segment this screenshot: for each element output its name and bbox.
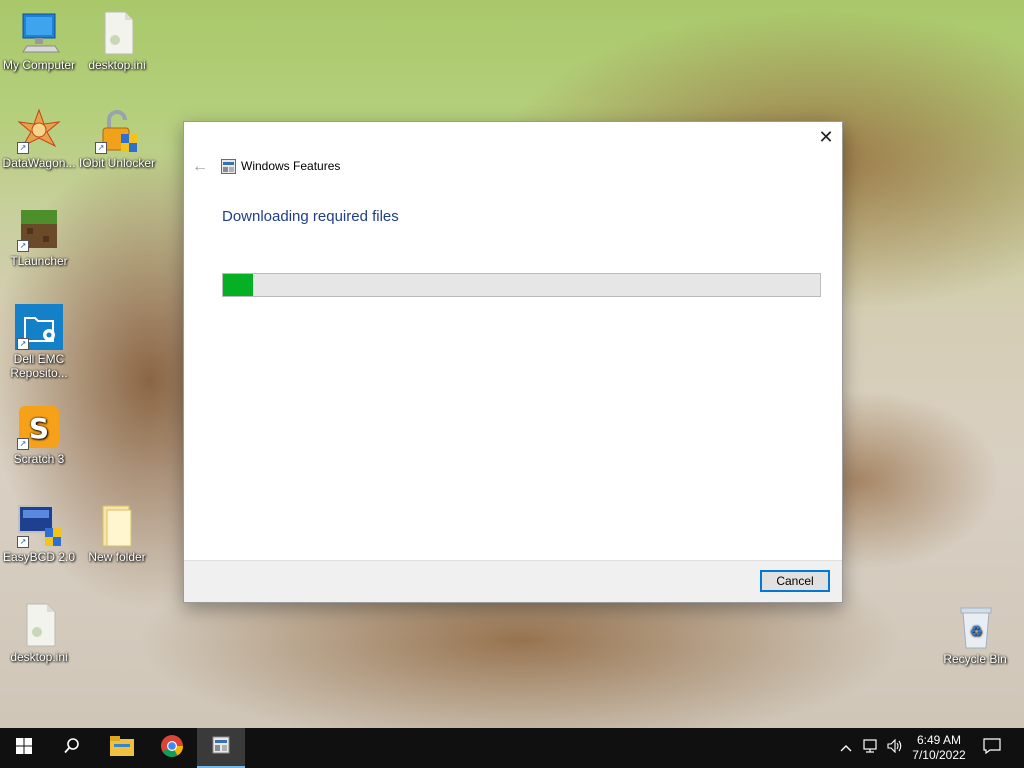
notification-icon [983,737,1001,759]
desktop-icon-label: Dell EMC Reposito... [10,352,68,380]
clock-date: 7/10/2022 [912,748,966,762]
dialog-title: Windows Features [241,159,341,173]
shortcut-arrow-icon: ↗ [17,338,29,350]
back-button[interactable]: ← [192,158,210,176]
desktop-icon-label: DataWagon... [2,156,76,170]
windows-features-icon [211,735,231,760]
close-button[interactable]: ✕ [814,126,838,148]
download-progress-bar [222,273,821,297]
desktop-icon-tlauncher[interactable]: ↗ TLauncher [0,206,78,268]
datawagon-icon: ↗ [15,108,63,154]
iobit-unlocker-icon: ↗ [93,108,141,154]
desktop: My Computer desktop.ini ↗ DataWagon... ↗… [0,0,1024,728]
desktop-icon-easybcd[interactable]: ↗ EasyBCD 2.0 [0,502,78,564]
folder-icon [110,735,134,761]
shortcut-arrow-icon: ↗ [17,142,29,154]
close-icon: ✕ [818,127,834,147]
computer-icon [15,10,63,56]
network-icon [863,738,879,758]
desktop-icon-recycle-bin[interactable]: ♻ Recycle Bin [936,604,1014,666]
shortcut-arrow-icon: ↗ [17,536,29,548]
dialog-footer: Cancel [184,560,842,602]
taskbar-windows-features[interactable] [197,728,245,768]
volume-button[interactable] [884,728,906,768]
desktop-icon-my-computer[interactable]: My Computer [0,10,78,72]
easybcd-icon: ↗ [15,502,63,548]
folder-icon [93,502,141,548]
progress-fill [223,274,253,296]
desktop-icon-iobit-unlocker[interactable]: ↗ IObit Unlocker [78,108,156,170]
desktop-icon-label: Scratch 3 [13,452,65,466]
desktop-icon-label: IObit Unlocker [78,156,156,170]
chevron-up-icon [840,739,852,757]
ini-file-icon [93,10,141,56]
desktop-icon-label: New folder [88,550,146,564]
scratch-icon: S ↗ [15,404,63,450]
shortcut-arrow-icon: ↗ [95,142,107,154]
taskbar: 6:49 AM 7/10/2022 [0,728,1024,768]
desktop-icon-desktop-ini[interactable]: desktop.ini [78,10,156,72]
taskbar-file-explorer[interactable] [98,728,146,768]
tlauncher-icon: ↗ [15,206,63,252]
desktop-icon-datawagon[interactable]: ↗ DataWagon... [0,108,78,170]
svg-text:S: S [29,412,49,445]
speaker-icon [887,738,903,758]
windows-features-dialog: ✕ ← Windows Features Downloading require… [183,121,843,603]
dell-emc-icon: ↗ [15,304,63,350]
svg-text:♻: ♻ [970,624,983,640]
search-button[interactable] [48,728,96,768]
desktop-icon-label: EasyBCD 2.0 [2,550,76,564]
windows-logo-icon [16,737,32,759]
start-button[interactable] [0,728,48,768]
network-status-button[interactable] [860,728,882,768]
desktop-icon-desktop-ini-2[interactable]: desktop.ini [0,602,78,664]
desktop-icon-label: desktop.ini [10,650,68,664]
recycle-bin-icon: ♻ [951,604,999,650]
desktop-icon-label: My Computer [2,58,76,72]
desktop-icon-new-folder[interactable]: New folder [78,502,156,564]
shortcut-arrow-icon: ↗ [17,438,29,450]
desktop-icon-label: desktop.ini [88,58,146,72]
cancel-button[interactable]: Cancel [760,570,830,592]
shortcut-arrow-icon: ↗ [17,240,29,252]
chrome-icon [160,734,184,763]
desktop-icon-scratch[interactable]: S ↗ Scratch 3 [0,404,78,466]
search-icon [63,737,81,760]
action-center-button[interactable] [976,728,1008,768]
clock-button[interactable]: 6:49 AM 7/10/2022 [908,728,970,768]
desktop-icon-label: TLauncher [10,254,68,268]
ini-file-icon [15,602,63,648]
desktop-icon-dell-emc[interactable]: ↗ Dell EMC Reposito... [0,304,78,380]
clock-time: 6:49 AM [916,733,962,747]
taskbar-chrome[interactable] [148,728,196,768]
status-heading: Downloading required files [222,208,399,225]
windows-features-icon [221,159,236,174]
back-arrow-icon: ← [192,158,208,175]
desktop-icon-label: Recycle Bin [943,652,1007,666]
show-hidden-icons-button[interactable] [836,728,856,768]
